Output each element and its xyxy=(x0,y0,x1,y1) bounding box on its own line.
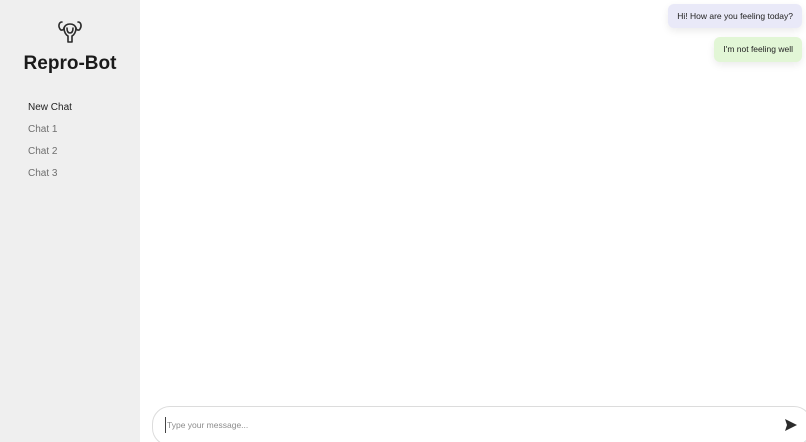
app-window: Repro-Bot New Chat Chat 1 Chat 2 Chat 3 … xyxy=(0,0,806,442)
message-composer xyxy=(152,406,806,442)
bot-message: Hi! How are you feeling today? xyxy=(668,4,802,28)
chat-list: New Chat Chat 1 Chat 2 Chat 3 xyxy=(28,102,72,190)
message-input[interactable] xyxy=(165,417,767,433)
user-message: I'm not feeling well xyxy=(714,37,802,62)
sidebar-item-chat-3[interactable]: Chat 3 xyxy=(28,168,72,190)
send-icon[interactable] xyxy=(783,417,799,433)
sidebar: Repro-Bot New Chat Chat 1 Chat 2 Chat 3 xyxy=(0,0,140,442)
chat-area: Hi! How are you feeling today? I'm not f… xyxy=(140,0,806,442)
app-title: Repro-Bot xyxy=(23,53,117,74)
uterus-icon xyxy=(56,18,84,46)
new-chat-button[interactable]: New Chat xyxy=(28,102,72,124)
sidebar-item-chat-1[interactable]: Chat 1 xyxy=(28,124,72,146)
sidebar-item-chat-2[interactable]: Chat 2 xyxy=(28,146,72,168)
